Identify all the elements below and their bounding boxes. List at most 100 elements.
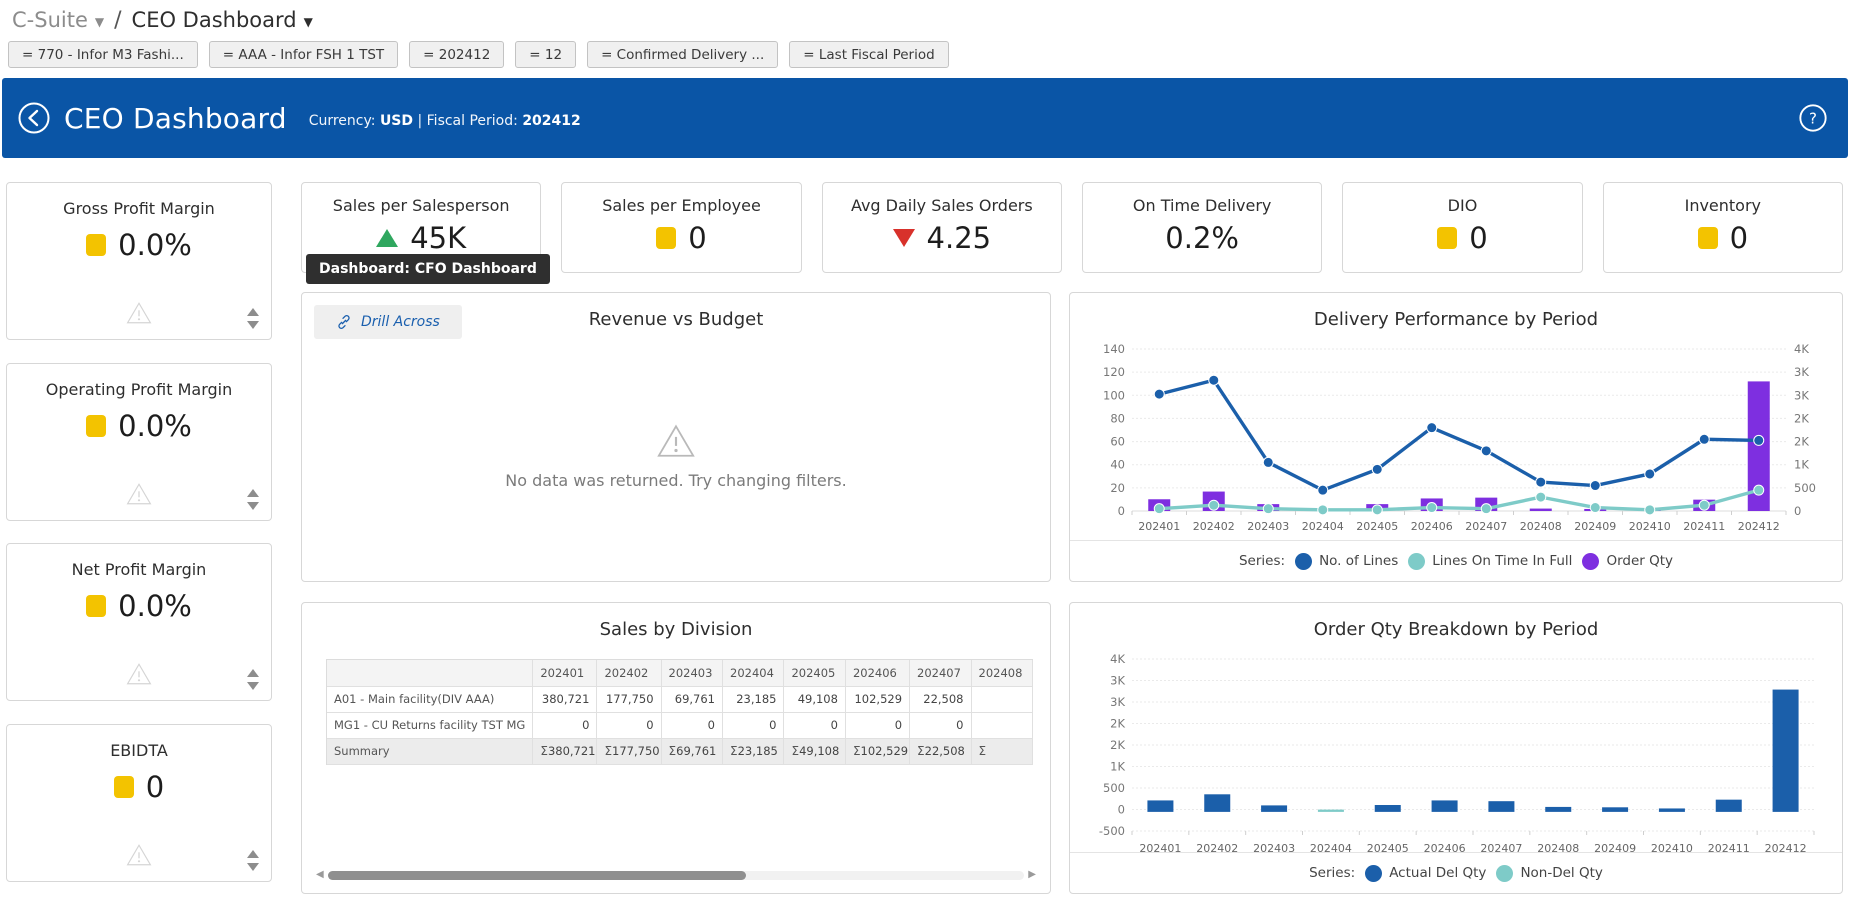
- kpi-card[interactable]: Operating Profit Margin 0.0%: [6, 363, 272, 521]
- stepper-down-icon[interactable]: [247, 863, 259, 871]
- legend-item[interactable]: No. of Lines: [1295, 553, 1398, 570]
- svg-text:2K: 2K: [1110, 738, 1125, 752]
- legend-dot-icon: [1408, 553, 1425, 570]
- kpi-card[interactable]: DIO0: [1342, 182, 1582, 273]
- table-cell: [971, 712, 1033, 738]
- stepper-down-icon[interactable]: [247, 682, 259, 690]
- table-cell: 0: [533, 712, 597, 738]
- kpi-stepper[interactable]: [247, 308, 259, 329]
- kpi-value: 0.0%: [118, 589, 192, 623]
- ceo-dashboard-page: C-Suite ▼ / CEO Dashboard ▼ = 770 - Info…: [0, 0, 1850, 903]
- legend-item[interactable]: Actual Del Qty: [1365, 865, 1486, 882]
- svg-text:3K: 3K: [1794, 365, 1809, 379]
- summary-cell: Σ177,750: [597, 738, 661, 764]
- svg-text:202405: 202405: [1356, 520, 1398, 533]
- scrollbar-track[interactable]: [328, 871, 1025, 880]
- order-qty-breakdown-panel: Order Qty Breakdown by Period 4K3K3K2K2K…: [1069, 602, 1843, 894]
- scrollbar-thumb[interactable]: [328, 871, 746, 880]
- kpi-card[interactable]: Inventory 0: [1603, 182, 1843, 273]
- kpi-stepper[interactable]: [247, 850, 259, 871]
- breadcrumb-section-dropdown[interactable]: C-Suite ▼: [12, 8, 104, 32]
- sigma-icon: Σ: [669, 744, 677, 758]
- kpi-card[interactable]: On Time Delivery0.2%: [1082, 182, 1322, 273]
- status-square-icon: [114, 776, 134, 798]
- trend-down-icon: [893, 229, 915, 247]
- currency-value: USD: [380, 113, 413, 129]
- warning-icon: [126, 843, 152, 871]
- status-square-icon: [1698, 227, 1718, 249]
- svg-text:202403: 202403: [1247, 520, 1289, 533]
- dashboard-banner: CEO Dashboard Currency: USD | Fiscal Per…: [2, 78, 1848, 158]
- svg-text:202402: 202402: [1193, 520, 1235, 533]
- svg-text:500: 500: [1794, 481, 1816, 495]
- stepper-down-icon[interactable]: [247, 321, 259, 329]
- filter-chip[interactable]: = 12: [515, 41, 576, 68]
- stepper-up-icon[interactable]: [247, 489, 259, 497]
- summary-cell: Σ49,108: [784, 738, 845, 764]
- kpi-card[interactable]: Net Profit Margin0.0%: [6, 543, 272, 701]
- kpi-stepper[interactable]: [247, 669, 259, 690]
- filter-chip[interactable]: = Last Fiscal Period: [789, 41, 948, 68]
- filter-chip[interactable]: = AAA - Infor FSH 1 TST: [209, 41, 398, 68]
- stepper-up-icon[interactable]: [247, 308, 259, 316]
- legend-item[interactable]: Lines On Time In Full: [1408, 553, 1572, 570]
- table-cell: 0: [784, 712, 845, 738]
- svg-text:2K: 2K: [1110, 717, 1125, 731]
- kpi-title: Operating Profit Margin: [7, 364, 271, 399]
- svg-text:0: 0: [1118, 803, 1125, 817]
- breadcrumb-page-dropdown[interactable]: CEO Dashboard ▼: [132, 8, 313, 32]
- kpi-value-row: 0.0%: [7, 409, 271, 443]
- kpi-title: Avg Daily Sales Orders: [823, 183, 1061, 215]
- svg-text:40: 40: [1110, 458, 1125, 472]
- svg-text:4K: 4K: [1110, 652, 1125, 666]
- table-row: MG1 - CU Returns facility TST MG0000000: [327, 712, 1033, 738]
- kpi-title: DIO: [1343, 183, 1581, 215]
- kpi-card[interactable]: EBIDTA0: [6, 724, 272, 882]
- kpi-value-row: 45K: [302, 221, 540, 255]
- table-cell: 0: [597, 712, 661, 738]
- legend-item[interactable]: Order Qty: [1582, 553, 1673, 570]
- filter-chip[interactable]: = Confirmed Delivery ...: [587, 41, 778, 68]
- meta-divider: |: [417, 113, 422, 129]
- table-cell: 380,721: [533, 686, 597, 712]
- filter-chip[interactable]: = 770 - Infor M3 Fashi...: [8, 41, 198, 68]
- drill-across-button[interactable]: Drill Across: [314, 305, 462, 339]
- svg-text:202409: 202409: [1574, 520, 1616, 533]
- kpi-card[interactable]: Avg Daily Sales Orders4.25: [822, 182, 1062, 273]
- svg-text:0: 0: [1118, 504, 1125, 518]
- order-qty-breakdown-chart: 4K3K3K2K2K1K5000-50020240120240220240320…: [1086, 651, 1828, 865]
- table-horizontal-scrollbar[interactable]: ◀ ▶: [316, 869, 1036, 881]
- kpi-card[interactable]: Sales per Employee0: [561, 182, 801, 273]
- kpi-title: Sales per Employee: [562, 183, 800, 215]
- stepper-up-icon[interactable]: [247, 850, 259, 858]
- table-column-header: 202402: [597, 660, 661, 686]
- kpi-title: Gross Profit Margin: [7, 183, 271, 218]
- kpi-footer: [7, 658, 271, 692]
- kpi-title: Inventory: [1604, 183, 1842, 215]
- stepper-up-icon[interactable]: [247, 669, 259, 677]
- empty-message: No data was returned. Try changing filte…: [302, 471, 1050, 490]
- kpi-card[interactable]: Gross Profit Margin0.0%: [6, 182, 272, 340]
- svg-text:140: 140: [1103, 342, 1125, 356]
- table-cell: 22,508: [910, 686, 971, 712]
- legend-item-label: Lines On Time In Full: [1432, 553, 1572, 569]
- table-cell: 0: [845, 712, 909, 738]
- chevron-down-icon: ▼: [304, 15, 313, 29]
- kpi-title: Sales per Salesperson: [302, 183, 540, 215]
- status-square-icon: [656, 227, 676, 249]
- drill-across-label: Drill Across: [361, 314, 440, 330]
- panel-title: Delivery Performance by Period: [1070, 293, 1842, 330]
- scroll-right-icon[interactable]: ▶: [1028, 870, 1036, 880]
- legend-item[interactable]: Non-Del Qty: [1496, 865, 1602, 882]
- filter-chip[interactable]: = 202412: [409, 41, 504, 68]
- table-column-header: 202401: [533, 660, 597, 686]
- scroll-left-icon[interactable]: ◀: [316, 870, 324, 880]
- table-column-header: 202408: [971, 660, 1033, 686]
- stepper-down-icon[interactable]: [247, 502, 259, 510]
- kpi-value: 0: [1730, 221, 1748, 255]
- kpi-stepper[interactable]: [247, 489, 259, 510]
- chart-legend: Series:No. of LinesLines On Time In Full…: [1070, 540, 1842, 581]
- help-button[interactable]: ?: [1798, 103, 1828, 133]
- back-button[interactable]: [18, 102, 50, 134]
- sigma-icon: Σ: [540, 744, 548, 758]
